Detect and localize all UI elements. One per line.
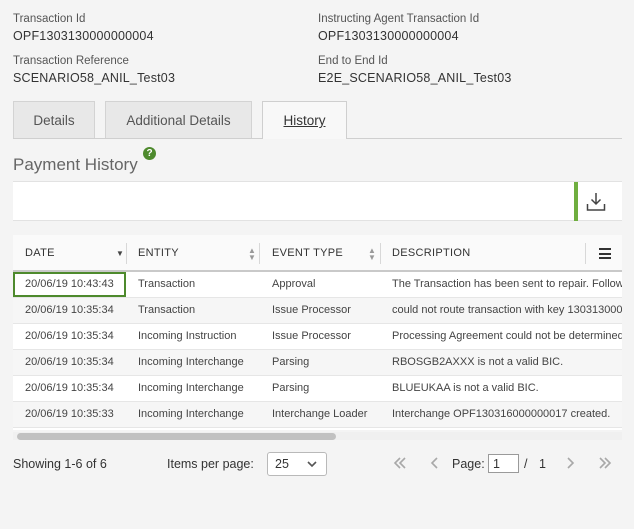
- cell-event-type[interactable]: Approval: [272, 272, 382, 297]
- chevron-left-icon: [430, 457, 438, 469]
- cell-entity[interactable]: Incoming Interchange: [138, 376, 258, 401]
- chevron-down-icon: [306, 454, 318, 481]
- section-title: Payment History: [13, 155, 138, 174]
- page-number-input[interactable]: [488, 454, 519, 473]
- double-chevron-right-icon: [599, 457, 612, 469]
- instructing-agent-field: Instructing Agent Transaction Id OPF1303…: [318, 12, 479, 44]
- cell-entity[interactable]: Transaction: [138, 298, 258, 323]
- page-label: Page:: [452, 457, 485, 471]
- end-to-end-field: End to End Id E2E_SCENARIO58_ANIL_Test03: [318, 54, 512, 86]
- transaction-reference-value: SCENARIO58_ANIL_Test03: [13, 71, 176, 85]
- cell-date[interactable]: 20/06/19 10:35:34: [25, 376, 135, 401]
- tab-history[interactable]: History: [262, 101, 347, 139]
- cell-event-type[interactable]: Interchange Loader: [272, 402, 382, 427]
- cell-event-type[interactable]: Issue Processor: [272, 298, 382, 323]
- transaction-reference-label: Transaction Reference: [13, 55, 129, 67]
- cell-entity[interactable]: Incoming Instruction: [138, 324, 258, 349]
- cell-date[interactable]: 20/06/19 10:35:34: [25, 350, 135, 375]
- page-total: 1: [539, 457, 546, 471]
- column-header-entity[interactable]: ENTITY: [138, 235, 179, 272]
- transaction-id-label: Transaction Id: [13, 13, 86, 25]
- column-divider[interactable]: [585, 243, 586, 264]
- items-per-page-select[interactable]: 25: [267, 452, 327, 476]
- column-divider[interactable]: [259, 243, 260, 264]
- tab-additional-details[interactable]: Additional Details: [105, 101, 252, 138]
- double-chevron-left-icon: [393, 457, 406, 469]
- question-circle-icon[interactable]: ?: [143, 147, 156, 160]
- cell-entity[interactable]: Transaction: [138, 272, 258, 297]
- cell-event-type[interactable]: Issue Processor: [272, 324, 382, 349]
- tab-details[interactable]: Details: [13, 101, 95, 138]
- payment-history-grid: DATE ▼ ENTITY ▲ ▼ EVENT TYPE ▲ ▼ DESCRIPTI…: [13, 235, 622, 430]
- cell-date[interactable]: 20/06/19 10:35:34: [25, 298, 135, 323]
- table-row[interactable]: 20/06/19 10:35:34 Transaction Issue Proc…: [13, 298, 622, 324]
- tab-bar: Details Additional Details History: [13, 101, 622, 139]
- sort-both-icon[interactable]: ▲ ▼: [368, 247, 376, 262]
- items-per-page-label: Items per page:: [167, 457, 254, 471]
- cell-event-type[interactable]: Parsing: [272, 376, 382, 401]
- next-page-button[interactable]: [562, 455, 578, 475]
- pagination-footer: Showing 1-6 of 6 Items per page: 25 Page…: [13, 452, 622, 478]
- last-page-button[interactable]: [597, 455, 613, 475]
- transaction-reference-field: Transaction Reference SCENARIO58_ANIL_Te…: [13, 54, 175, 86]
- column-header-event-type[interactable]: EVENT TYPE: [272, 235, 343, 272]
- chevron-right-icon: [567, 457, 575, 469]
- column-header-description[interactable]: DESCRIPTION: [392, 235, 470, 272]
- column-divider[interactable]: [380, 243, 381, 264]
- previous-page-button[interactable]: [427, 455, 443, 475]
- cell-description[interactable]: RBOSGB2AXXX is not a valid BIC.: [392, 350, 622, 375]
- instructing-agent-value: OPF1303130000000004: [318, 29, 459, 43]
- sort-both-icon[interactable]: ▲ ▼: [248, 247, 256, 262]
- cell-description[interactable]: The Transaction has been sent to repair.…: [392, 272, 622, 297]
- transaction-id-field: Transaction Id OPF1303130000000004: [13, 12, 154, 44]
- scrollbar-thumb[interactable]: [17, 433, 336, 440]
- transaction-id-value: OPF1303130000000004: [13, 29, 154, 43]
- cell-date[interactable]: 20/06/19 10:35:34: [25, 324, 135, 349]
- cell-event-type[interactable]: Parsing: [272, 350, 382, 375]
- table-row[interactable]: 20/06/19 10:35:34 Incoming Interchange P…: [13, 376, 622, 402]
- instructing-agent-label: Instructing Agent Transaction Id: [318, 13, 480, 25]
- column-header-date[interactable]: DATE: [25, 235, 55, 272]
- download-button[interactable]: [583, 189, 609, 215]
- sort-desc-icon[interactable]: ▼: [116, 250, 124, 258]
- first-page-button[interactable]: [392, 455, 408, 475]
- cell-date[interactable]: 20/06/19 10:35:33: [25, 402, 135, 427]
- table-row[interactable]: 20/06/19 10:35:34 Incoming Interchange P…: [13, 350, 622, 376]
- table-row[interactable]: 20/06/19 10:35:34 Incoming Instruction I…: [13, 324, 622, 350]
- cell-description[interactable]: Interchange OPF130316000000017 created.: [392, 402, 622, 427]
- toolbar-accent-bar: [574, 182, 578, 221]
- table-row[interactable]: 20/06/19 10:35:33 Incoming Interchange I…: [13, 402, 622, 428]
- cell-description[interactable]: BLUEUKAA is not a valid BIC.: [392, 376, 622, 401]
- table-row[interactable]: 20/06/19 10:43:43 Transaction Approval T…: [13, 272, 622, 298]
- items-per-page-value: 25: [275, 457, 289, 471]
- cell-description[interactable]: Processing Agreement could not be determ…: [392, 324, 622, 349]
- cell-entity[interactable]: Incoming Interchange: [138, 350, 258, 375]
- cell-entity[interactable]: Incoming Interchange: [138, 402, 258, 427]
- showing-count: Showing 1-6 of 6: [13, 457, 107, 471]
- end-to-end-label: End to End Id: [318, 55, 388, 67]
- page-separator: /: [524, 457, 528, 471]
- transaction-info: Transaction Id OPF1303130000000004 Instr…: [13, 12, 613, 90]
- grid-toolbar: [13, 181, 622, 221]
- column-divider[interactable]: [126, 243, 127, 264]
- horizontal-scrollbar[interactable]: [13, 432, 622, 440]
- download-icon: [586, 193, 606, 211]
- cell-description[interactable]: could not route transaction with key 130…: [392, 298, 622, 323]
- grid-header: DATE ▼ ENTITY ▲ ▼ EVENT TYPE ▲ ▼ DESCRIPTI…: [13, 235, 622, 272]
- column-menu-icon[interactable]: [599, 248, 611, 259]
- end-to-end-value: E2E_SCENARIO58_ANIL_Test03: [318, 71, 512, 85]
- cell-date[interactable]: 20/06/19 10:43:43: [13, 272, 126, 297]
